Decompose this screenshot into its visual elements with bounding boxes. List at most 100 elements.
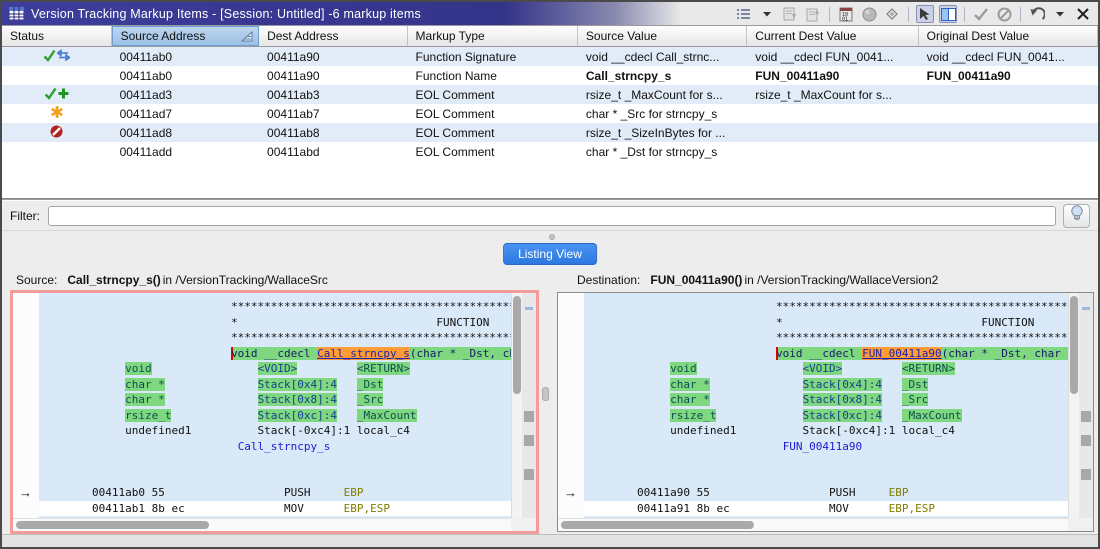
toolbar-separator <box>964 7 965 22</box>
markup-table-row[interactable]: 00411ad300411ab3EOL Commentrsize_t _MaxC… <box>2 85 1098 104</box>
markup-table-row[interactable]: 00411ad700411ab7EOL Commentchar * _Src f… <box>2 104 1098 123</box>
accept-check-icon[interactable] <box>972 5 990 23</box>
source-marker-strip[interactable] <box>522 293 536 518</box>
destination-horizontal-scrollbar[interactable] <box>558 518 1068 531</box>
cell-source-value: Call_strncpy_s <box>578 69 747 83</box>
caret-down-icon[interactable] <box>1051 5 1069 23</box>
table-body: 00411ab000411a90Function Signaturevoid _… <box>2 47 1098 161</box>
markup-items-table: StatusSource AddressDest AddressMarkup T… <box>2 26 1098 200</box>
cell-source-value: char * _Src for strncpy_s <box>578 107 747 121</box>
svg-text:01: 01 <box>842 16 848 22</box>
scrollbar-thumb[interactable] <box>561 521 754 529</box>
table-header-row: StatusSource AddressDest AddressMarkup T… <box>2 26 1098 47</box>
cell-markup-type: EOL Comment <box>408 145 578 159</box>
cell-source-value: char * _Dst for strncpy_s <box>578 145 747 159</box>
scrollbar-thumb[interactable] <box>16 521 209 529</box>
source-horizontal-scrollbar[interactable] <box>13 518 511 531</box>
listing-line: ****************************************… <box>39 299 511 315</box>
markup-table-row[interactable]: 00411add00411abdEOL Commentchar * _Dst f… <box>2 142 1098 161</box>
filter-options-button[interactable] <box>1063 204 1090 228</box>
cursor-arrow-icon[interactable] <box>916 5 934 23</box>
listing-line: void __cdecl FUN_00411a90(char * _Dst, c… <box>584 346 1068 362</box>
close-x-icon[interactable] <box>1074 5 1092 23</box>
destination-listing-panel[interactable]: → **************************************… <box>557 292 1094 532</box>
markup-table-row[interactable]: 00411ab000411a90Function Signaturevoid _… <box>2 47 1098 66</box>
column-header-source-value[interactable]: Source Value <box>578 26 747 46</box>
cell-source-address: 00411ab0 <box>112 69 259 83</box>
unapply-markup-up-icon[interactable] <box>804 5 822 23</box>
listing-line: Call_strncpy_s <box>39 439 511 455</box>
listing-line: 00411a91 8b ec MOV EBP,ESP <box>584 501 1068 517</box>
filter-label: Filter: <box>10 209 40 223</box>
listing-line <box>584 454 1068 470</box>
applied-check-icon <box>44 87 57 103</box>
listing-view-tab[interactable]: Listing View <box>503 243 597 265</box>
markup-area-marker[interactable] <box>1081 411 1091 422</box>
destination-vertical-scrollbar[interactable] <box>1068 293 1079 518</box>
listing-line: ****************************************… <box>39 330 511 346</box>
listing-line: 00411ab1 8b ec MOV EBP,ESP <box>39 501 511 517</box>
cell-current-dest-value: rsize_t _MaxCount for s... <box>747 88 918 102</box>
title-bar[interactable]: Version Tracking Markup Items - [Session… <box>2 2 1098 26</box>
panel-splitter-handle[interactable] <box>542 387 549 401</box>
scrollbar-thumb[interactable] <box>513 296 521 394</box>
cell-source-address: 00411ad3 <box>112 88 259 102</box>
conflict-asterisk-icon <box>50 105 64 122</box>
cell-dest-address: 00411a90 <box>259 50 407 64</box>
source-listing-content[interactable]: ****************************************… <box>39 293 511 518</box>
view-position-marker <box>1082 307 1090 310</box>
listing-line <box>584 470 1068 486</box>
reject-circle-icon[interactable] <box>995 5 1013 23</box>
column-header-current-dest-value[interactable]: Current Dest Value <box>747 26 918 46</box>
destination-listing-margin: → <box>558 293 584 518</box>
column-header-original-dest-value[interactable]: Original Dest Value <box>919 26 1098 46</box>
cell-source-value: rsize_t _SizeInBytes for ... <box>578 126 747 140</box>
rejected-slash-icon <box>50 125 63 141</box>
column-header-status[interactable]: Status <box>2 26 112 46</box>
markup-area-marker[interactable] <box>524 411 534 422</box>
scrollbar-thumb[interactable] <box>1070 296 1078 394</box>
cell-dest-address: 00411ab7 <box>259 107 407 121</box>
dual-listing-icon[interactable] <box>939 5 957 23</box>
apply-markup-down-icon[interactable] <box>781 5 799 23</box>
instruction-pointer-arrow: → <box>19 485 32 501</box>
destination-pane-label: Destination:FUN_00411a90()in /VersionTra… <box>577 273 938 287</box>
markup-table-row[interactable]: 00411ab000411a90Function NameCall_strncp… <box>2 66 1098 85</box>
cell-current-dest-value: void __cdecl FUN_0041... <box>747 50 918 64</box>
markup-area-marker[interactable] <box>1081 435 1091 446</box>
column-header-source-address[interactable]: Source Address <box>112 26 259 46</box>
binary-file-icon[interactable]: 1001 <box>837 5 855 23</box>
markup-area-marker[interactable] <box>1081 469 1091 480</box>
markup-area-marker[interactable] <box>524 435 534 446</box>
caret-down-icon[interactable] <box>758 5 776 23</box>
markup-table-row[interactable]: 00411ad800411ab8EOL Commentrsize_t _Size… <box>2 123 1098 142</box>
column-header-dest-address[interactable]: Dest Address <box>259 26 407 46</box>
destination-function-name: FUN_00411a90() <box>650 273 742 287</box>
cell-source-value: void __cdecl Call_strnc... <box>578 50 747 64</box>
sphere-icon[interactable] <box>860 5 878 23</box>
instruction-pointer-arrow: → <box>564 485 577 501</box>
source-listing-panel[interactable]: → **************************************… <box>10 290 539 534</box>
splitter-dot-handle[interactable] <box>549 234 555 240</box>
listing-line: void <VOID> <RETURN> <box>39 361 511 377</box>
status-cell <box>2 105 112 122</box>
listing-line: char * Stack[0x8]:4 _Src <box>39 392 511 408</box>
cell-markup-type: Function Signature <box>408 50 578 64</box>
swap-arrows-icon <box>57 49 70 64</box>
diamond-icon[interactable] <box>883 5 901 23</box>
listing-line: 00411a90 55 PUSH EBP <box>584 485 1068 501</box>
undo-arrow-icon[interactable] <box>1028 5 1046 23</box>
cell-source-address: 00411ab0 <box>112 50 259 64</box>
markup-area-marker[interactable] <box>524 469 534 480</box>
toolbar-separator <box>908 7 909 22</box>
source-vertical-scrollbar[interactable] <box>511 293 522 518</box>
bottom-strip <box>2 534 1098 547</box>
view-options-list-icon[interactable] <box>735 5 753 23</box>
cell-markup-type: Function Name <box>408 69 578 83</box>
destination-listing-content[interactable]: ****************************************… <box>584 293 1068 518</box>
column-header-markup-type[interactable]: Markup Type <box>408 26 578 46</box>
destination-marker-strip[interactable] <box>1079 293 1093 518</box>
filter-input[interactable] <box>48 206 1056 226</box>
listing-line: rsize_t Stack[0xc]:4 _MaxCount <box>584 408 1068 424</box>
status-cell <box>2 49 112 65</box>
